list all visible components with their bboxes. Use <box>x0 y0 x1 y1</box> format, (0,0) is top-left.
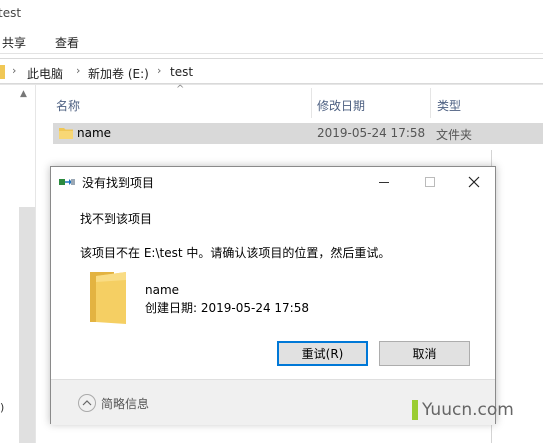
file-name: name <box>77 126 112 140</box>
breadcrumb-test[interactable]: test <box>170 65 193 79</box>
folder-icon <box>59 128 73 139</box>
move-file-icon <box>59 179 75 185</box>
column-header-name[interactable]: 名称 <box>56 97 80 114</box>
retry-button[interactable]: 重试(R) <box>277 341 368 366</box>
minimize-button[interactable] <box>361 167 407 197</box>
file-modified-date: 2019-05-24 17:58 <box>317 126 426 140</box>
dialog-titlebar[interactable]: 没有找到项目 <box>51 167 495 197</box>
column-divider[interactable] <box>311 88 312 118</box>
cancel-button[interactable]: 取消 <box>379 341 470 366</box>
address-box[interactable]: › 此电脑 › 新加卷 (E:) › test <box>0 58 543 84</box>
chevron-right-icon[interactable]: › <box>12 64 16 77</box>
dialog-message: 该项目不在 E:\test 中。请确认该项目的位置，然后重试。 <box>80 246 391 260</box>
chevron-up-icon <box>82 400 92 406</box>
close-button[interactable] <box>451 167 497 197</box>
dialog-heading: 找不到该项目 <box>80 212 153 226</box>
ribbon-tab-share[interactable]: 共享 <box>2 34 26 51</box>
watermark-logo-icon <box>412 400 418 420</box>
breadcrumb-drive-e[interactable]: 新加卷 (E:) <box>88 65 149 82</box>
ribbon: 共享 查看 <box>0 28 543 54</box>
maximize-button <box>407 167 453 197</box>
watermark-text: Yuucn.com <box>422 400 514 420</box>
fewer-details-link[interactable]: 简略信息 <box>101 395 149 412</box>
dialog-title: 没有找到项目 <box>82 176 155 190</box>
column-header-modified[interactable]: 修改日期 <box>317 97 365 114</box>
watermark: Yuucn.com <box>412 400 514 420</box>
folder-icon <box>90 272 126 324</box>
nav-item-fragment[interactable]: ) <box>0 401 4 414</box>
sort-ascending-icon: ^ <box>176 84 185 95</box>
table-row[interactable]: name 2019-05-24 17:58 文件夹 <box>53 123 543 144</box>
navigation-pane[interactable]: ▲ ) <box>0 85 36 443</box>
minimize-icon <box>379 181 389 183</box>
chevron-right-icon[interactable]: › <box>157 64 161 77</box>
item-name: name <box>145 283 180 297</box>
chevron-right-icon[interactable]: › <box>76 64 80 77</box>
collapse-details-button[interactable] <box>78 394 96 412</box>
folder-icon <box>0 65 5 79</box>
column-header-type[interactable]: 类型 <box>437 97 461 114</box>
column-divider[interactable] <box>430 88 431 118</box>
file-type: 文件夹 <box>436 128 473 142</box>
breadcrumb-this-pc[interactable]: 此电脑 <box>27 65 63 82</box>
ribbon-tab-view[interactable]: 查看 <box>55 34 79 51</box>
close-icon <box>468 176 480 188</box>
maximize-icon <box>425 177 435 187</box>
window-title: test <box>0 6 22 20</box>
item-created-date: 创建日期: 2019-05-24 17:58 <box>145 301 309 315</box>
scroll-up-arrow-icon[interactable]: ▲ <box>20 89 27 99</box>
scrollbar-thumb[interactable] <box>19 207 35 443</box>
address-bar[interactable]: › 此电脑 › 新加卷 (E:) › test <box>0 57 543 85</box>
item-not-found-dialog: 没有找到项目 找不到该项目 该项目不在 E:\test 中。请确认该项目的位置，… <box>50 166 496 425</box>
